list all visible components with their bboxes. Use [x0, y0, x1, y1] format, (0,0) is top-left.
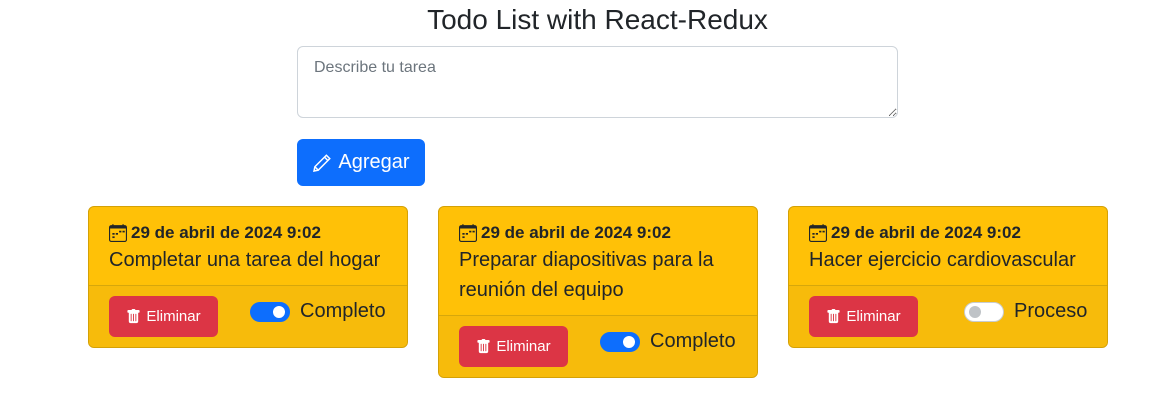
- status-label: Completo: [650, 330, 736, 352]
- calendar-icon: [109, 224, 127, 242]
- calendar-icon: [809, 224, 827, 242]
- delete-button-label: Eliminar: [496, 338, 551, 355]
- task-description-input[interactable]: [297, 46, 898, 118]
- delete-button[interactable]: Eliminar: [109, 296, 218, 337]
- pencil-icon: [313, 153, 332, 172]
- task-date: 29 de abril de 2024 9:02: [809, 221, 1087, 245]
- toggle-knob: [969, 305, 981, 318]
- task-card: 29 de abril de 2024 9:02 Preparar diapos…: [438, 206, 758, 378]
- task-card-body: 29 de abril de 2024 9:02 Hacer ejercicio…: [789, 207, 1107, 285]
- status-switch-wrap: Completo: [250, 300, 386, 323]
- task-date-text: 29 de abril de 2024 9:02: [131, 223, 321, 242]
- task-card-body: 29 de abril de 2024 9:02 Preparar diapos…: [439, 207, 757, 315]
- task-description: Preparar diapositivas para la reunión de…: [459, 249, 714, 301]
- task-description: Hacer ejercicio cardiovascular: [809, 249, 1076, 271]
- delete-button[interactable]: Eliminar: [809, 296, 918, 337]
- add-button[interactable]: Agregar: [297, 139, 425, 186]
- trash-icon: [477, 339, 490, 354]
- delete-button-label: Eliminar: [846, 308, 901, 325]
- calendar-icon: [459, 224, 477, 242]
- status-label: Proceso: [1014, 300, 1088, 322]
- task-date: 29 de abril de 2024 9:02: [109, 221, 387, 245]
- task-card-footer: Eliminar Proceso: [789, 285, 1107, 347]
- task-date-text: 29 de abril de 2024 9:02: [831, 223, 1021, 242]
- status-toggle[interactable]: [600, 331, 640, 352]
- task-date: 29 de abril de 2024 9:02: [459, 221, 737, 245]
- status-toggle[interactable]: [250, 301, 290, 322]
- status-switch-wrap: Proceso: [964, 300, 1087, 323]
- task-card-body: 29 de abril de 2024 9:02 Completar una t…: [89, 207, 407, 285]
- task-card-footer: Eliminar Completo: [439, 315, 757, 377]
- status-toggle[interactable]: [964, 301, 1004, 322]
- trash-icon: [827, 309, 840, 324]
- add-button-label: Agregar: [338, 151, 410, 173]
- page-title: Todo List with React-Redux: [427, 4, 768, 35]
- task-card: 29 de abril de 2024 9:02 Hacer ejercicio…: [788, 206, 1108, 348]
- task-date-text: 29 de abril de 2024 9:02: [481, 223, 671, 242]
- toggle-knob: [273, 305, 285, 318]
- task-description: Completar una tarea del hogar: [109, 249, 381, 271]
- task-card-footer: Eliminar Completo: [89, 285, 407, 347]
- toggle-knob: [623, 335, 635, 348]
- status-switch-wrap: Completo: [600, 330, 736, 353]
- task-card: 29 de abril de 2024 9:02 Completar una t…: [88, 206, 408, 348]
- delete-button-label: Eliminar: [146, 308, 201, 325]
- delete-button[interactable]: Eliminar: [459, 326, 568, 367]
- trash-icon: [127, 309, 140, 324]
- status-label: Completo: [300, 300, 386, 322]
